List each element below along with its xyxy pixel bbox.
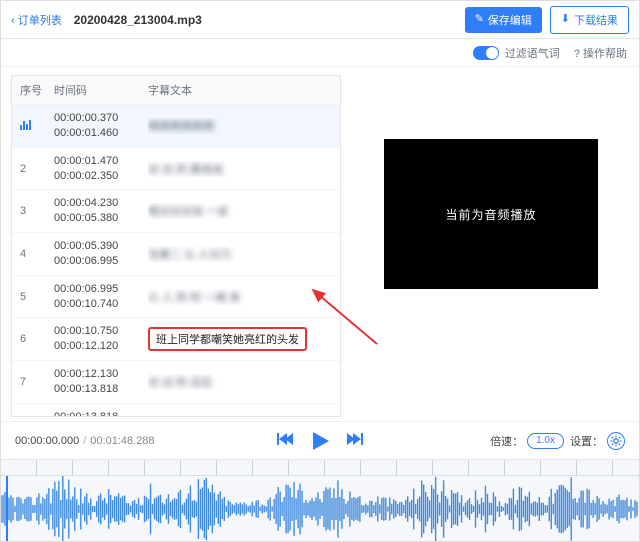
main-area: 序号 时间码 字幕文本 00:00:00.37000:00:01.460啊啊啊啊…	[1, 67, 639, 421]
audio-preview-label: 当前为音频播放	[445, 206, 536, 223]
playback-rate-chip[interactable]: 1.0x	[527, 433, 564, 449]
help-icon: ?	[574, 48, 580, 60]
table-row[interactable]: 800:00:13.81800:00:14.830嗯 对 对 对 说 说 一	[12, 404, 340, 416]
col-head-timecode: 时间码	[54, 82, 148, 98]
row-timecode: 00:00:05.39000:00:06.995	[54, 239, 148, 269]
time-separator: /	[83, 435, 86, 447]
download-result-label: 下载结果	[574, 12, 618, 28]
save-edit-button[interactable]: ✎ 保存编辑	[465, 7, 542, 33]
row-timecode: 00:00:10.75000:00:12.120	[54, 324, 148, 354]
rate-label: 倍速：	[490, 433, 523, 449]
table-row[interactable]: 600:00:10.75000:00:12.120班上同学都嘲笑她亮红的头发	[12, 318, 340, 361]
row-index: 7	[20, 376, 54, 388]
toggle-switch-icon	[473, 46, 499, 60]
row-subtitle-text[interactable]: 火 人 的 时 一候 来	[148, 289, 332, 305]
prev-icon	[277, 432, 295, 446]
settings-button[interactable]	[607, 432, 625, 450]
row-subtitle-text[interactable]: 班上同学都嘲笑她亮红的头发	[148, 327, 332, 351]
gear-icon	[610, 435, 622, 447]
table-row[interactable]: 500:00:06.99500:00:10.740火 人 的 时 一候 来	[12, 276, 340, 319]
row-subtitle-text[interactable]: 嗯对对对说 一说	[148, 203, 332, 219]
row-index: 5	[20, 291, 54, 303]
row-timecode: 00:00:13.81800:00:14.830	[54, 410, 148, 416]
download-icon: ⬇	[561, 14, 570, 25]
col-head-text: 字幕文本	[148, 82, 332, 98]
play-controls	[277, 430, 363, 452]
table-header: 序号 时间码 字幕文本	[12, 76, 340, 105]
total-duration: 00:01:48.288	[90, 435, 154, 447]
audio-preview-box: 当前为音频播放	[384, 139, 598, 289]
preview-panel: 当前为音频播放	[353, 75, 629, 417]
back-to-orders-link[interactable]: ‹ 订单列表	[11, 12, 62, 28]
file-name: 20200428_213004.mp3	[74, 13, 202, 27]
table-row[interactable]: 00:00:00.37000:00:01.460啊啊啊啊啊啊	[12, 105, 340, 148]
sub-bar: 过滤语气词 ? 操作帮助	[1, 39, 639, 67]
table-row[interactable]: 400:00:05.39000:00:06.995当第二 认 人分力	[12, 233, 340, 276]
row-timecode: 00:00:01.47000:00:02.350	[54, 154, 148, 184]
subtitle-table: 序号 时间码 字幕文本 00:00:00.37000:00:01.460啊啊啊啊…	[11, 75, 341, 417]
row-index: 2	[20, 163, 54, 175]
playing-bars-icon	[20, 119, 31, 130]
row-index: 3	[20, 205, 54, 217]
row-subtitle-text[interactable]: 对 对 的 跟他说	[148, 161, 332, 177]
prev-button[interactable]	[277, 432, 295, 449]
operation-help-label: 操作帮助	[583, 48, 627, 60]
row-index: 4	[20, 248, 54, 260]
next-icon	[345, 432, 363, 446]
save-edit-label: 保存编辑	[488, 12, 532, 28]
table-row[interactable]: 300:00:04.23000:00:05.380嗯对对对说 一说	[12, 190, 340, 233]
row-subtitle-text[interactable]: 啊啊啊啊啊啊	[148, 118, 332, 134]
row-timecode: 00:00:12.13000:00:13.818	[54, 367, 148, 397]
save-icon: ✎	[475, 14, 484, 25]
filter-filler-toggle[interactable]: 过滤语气词	[473, 45, 560, 61]
download-result-button[interactable]: ⬇ 下载结果	[550, 6, 629, 34]
filter-filler-label: 过滤语气词	[505, 45, 560, 61]
next-button[interactable]	[345, 432, 363, 449]
timeline-ruler[interactable]	[1, 460, 639, 476]
playhead-cursor[interactable]	[6, 476, 8, 541]
top-bar: ‹ 订单列表 20200428_213004.mp3 ✎ 保存编辑 ⬇ 下载结果	[1, 1, 639, 39]
operation-help-link[interactable]: ? 操作帮助	[574, 45, 627, 61]
row-index: 6	[20, 333, 54, 345]
waveform-panel[interactable]	[1, 459, 639, 541]
current-time: 00:00:00.000	[15, 435, 79, 447]
col-head-index: 序号	[20, 82, 54, 98]
transport-bar: 00:00:00.000 / 00:01:48.288 倍速： 1.0x 设置：	[1, 421, 639, 459]
play-icon	[309, 430, 331, 452]
row-timecode: 00:00:06.99500:00:10.740	[54, 282, 148, 312]
play-button[interactable]	[309, 430, 331, 452]
table-row[interactable]: 200:00:01.47000:00:02.350对 对 的 跟他说	[12, 148, 340, 191]
row-index	[20, 119, 54, 133]
row-subtitle-text[interactable]: 当第二 认 人分力	[148, 246, 332, 262]
table-body[interactable]: 00:00:00.37000:00:01.460啊啊啊啊啊啊200:00:01.…	[12, 105, 340, 416]
row-timecode: 00:00:00.37000:00:01.460	[54, 111, 148, 141]
settings-label: 设置：	[570, 433, 603, 449]
table-row[interactable]: 700:00:12.13000:00:13.818对 对 的 日后	[12, 361, 340, 404]
row-timecode: 00:00:04.23000:00:05.380	[54, 196, 148, 226]
row-subtitle-text[interactable]: 对 对 的 日后	[148, 374, 332, 390]
waveform-icon	[1, 476, 639, 541]
highlighted-subtitle: 班上同学都嘲笑她亮红的头发	[148, 327, 307, 351]
